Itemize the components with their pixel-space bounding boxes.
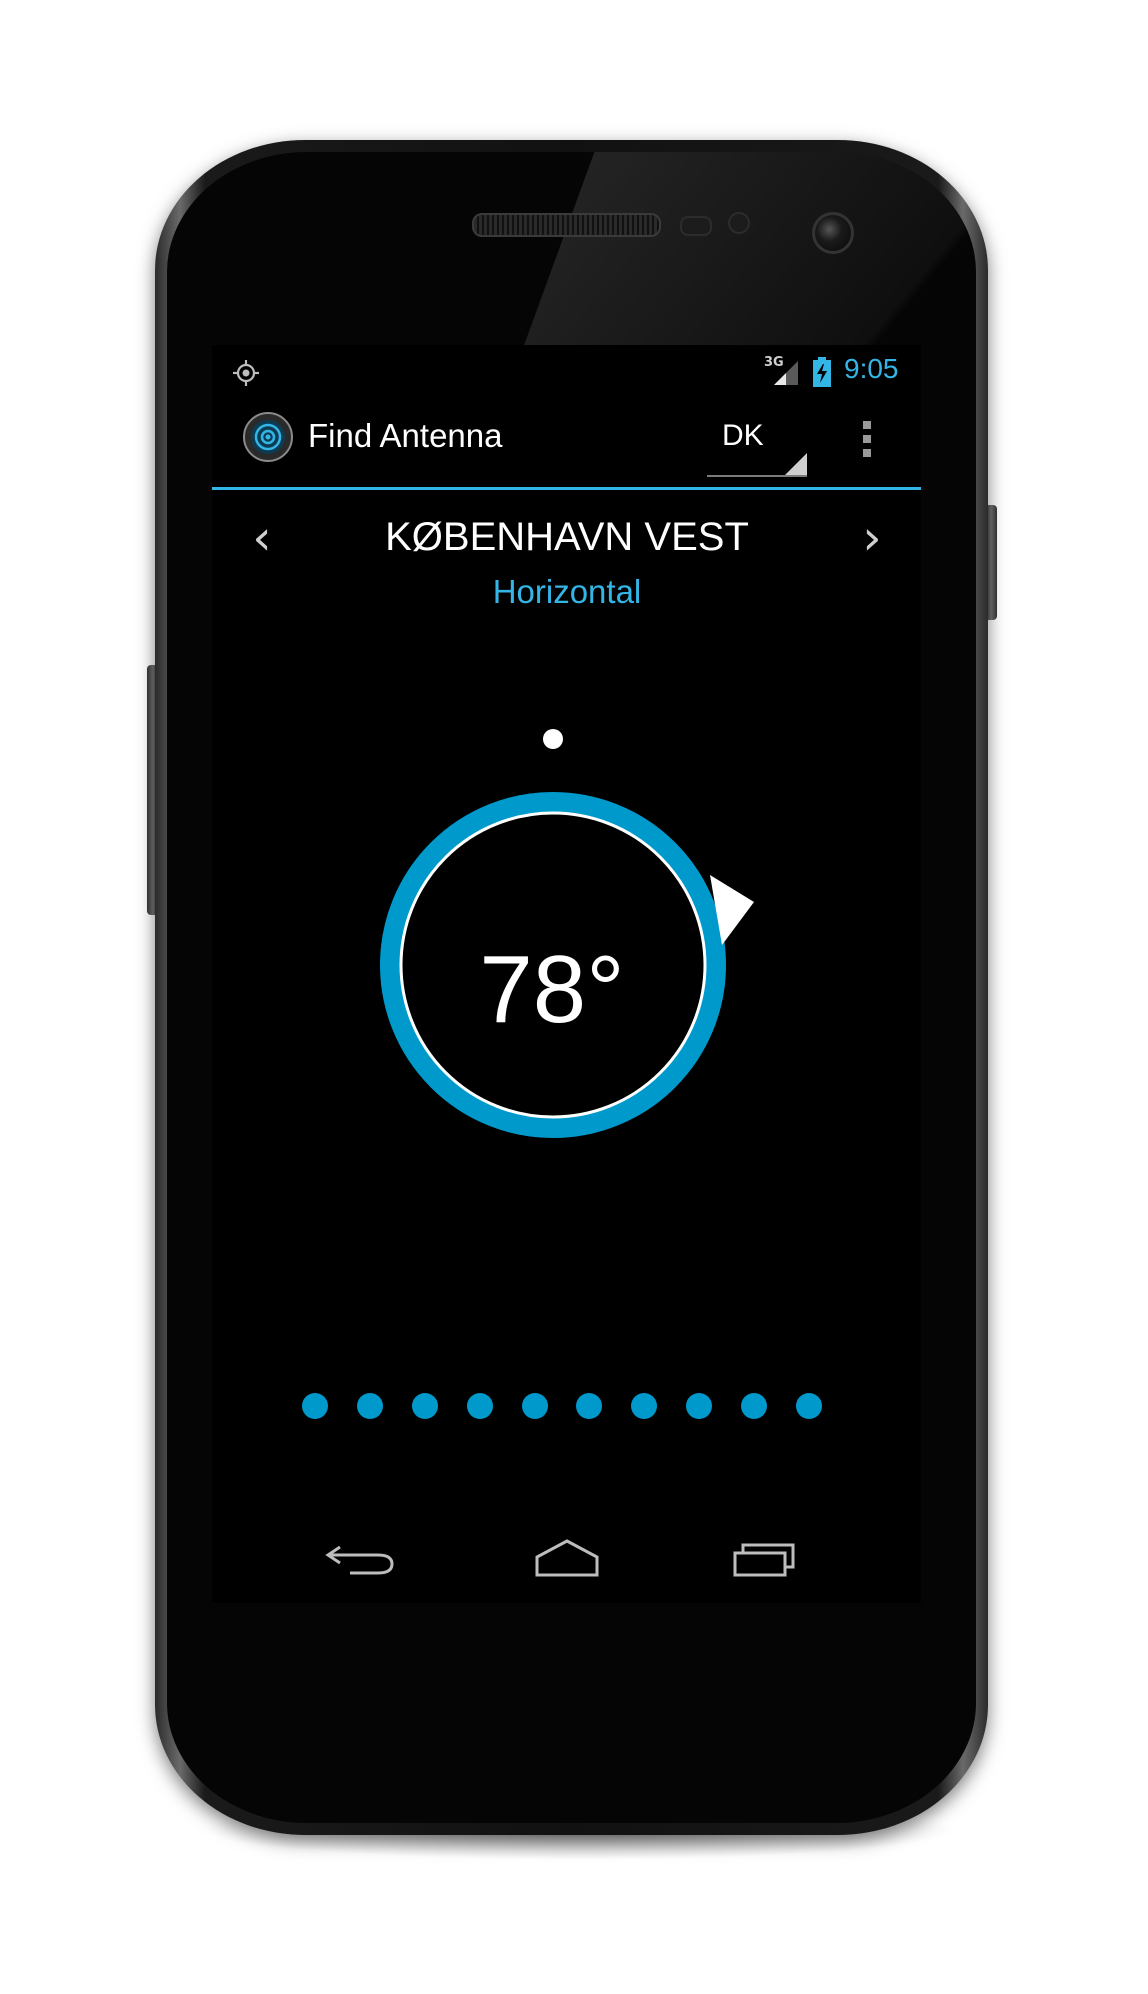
overflow-menu-icon[interactable] [857, 417, 877, 467]
angle-readout: 78° [479, 936, 625, 1043]
page-dot[interactable] [521, 1393, 548, 1419]
signal-icon [774, 361, 798, 385]
back-icon[interactable] [322, 1533, 402, 1583]
north-marker-dot [543, 729, 563, 749]
page-dot[interactable] [686, 1393, 713, 1419]
earpiece-speaker [472, 213, 661, 237]
page-dot[interactable] [576, 1393, 603, 1419]
chevron-left-icon[interactable]: ‹ [242, 513, 282, 563]
battery-charging-icon [813, 357, 831, 387]
compass-dial: 78° [312, 725, 822, 1245]
page-indicator [302, 1393, 822, 1423]
action-bar: Find Antenna DK [212, 397, 921, 490]
status-clock: 9:05 [844, 353, 899, 384]
antenna-app-icon[interactable] [242, 411, 294, 463]
gps-icon [233, 360, 259, 386]
page-dot[interactable] [302, 1393, 328, 1419]
polarization-label: Horizontal [492, 573, 642, 610]
status-bar: 3G 9:05 [212, 345, 921, 397]
device-stage: 3G 9:05 Find Antenna DK ‹ KØBENHAVN VEST… [0, 0, 1148, 1994]
page-dot[interactable] [411, 1393, 438, 1419]
proximity-sensor [680, 216, 712, 236]
app-title: Find Antenna [308, 417, 503, 454]
page-dot[interactable] [741, 1393, 767, 1419]
navigation-bar [212, 1515, 921, 1603]
front-camera [812, 212, 854, 254]
chevron-right-icon[interactable]: › [852, 513, 892, 563]
light-sensor [728, 212, 750, 234]
page-dot[interactable] [631, 1393, 658, 1419]
spinner-arrow-icon [785, 453, 807, 475]
page-dot[interactable] [466, 1393, 493, 1419]
recent-apps-icon[interactable] [727, 1533, 807, 1583]
page-dot[interactable] [795, 1393, 822, 1419]
screen: 3G 9:05 Find Antenna DK ‹ KØBENHAVN VEST… [212, 345, 921, 1603]
station-name: KØBENHAVN VEST [385, 515, 749, 559]
home-icon[interactable] [527, 1533, 607, 1583]
country-spinner-value: DK [722, 419, 764, 452]
country-spinner[interactable]: DK [707, 405, 807, 477]
page-dot[interactable] [356, 1393, 383, 1419]
